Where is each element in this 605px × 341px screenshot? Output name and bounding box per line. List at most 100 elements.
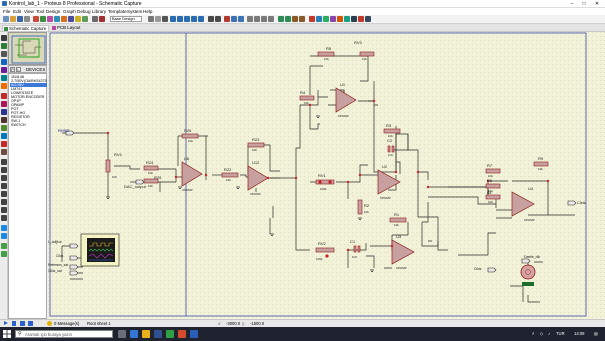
- help-icon[interactable]: [82, 16, 88, 22]
- design-variant-select[interactable]: Base Design: [110, 16, 142, 22]
- block-rotate-icon[interactable]: [261, 16, 267, 22]
- pan-icon[interactable]: [170, 16, 176, 22]
- overview-window[interactable]: [8, 32, 47, 65]
- remove-sheet-icon[interactable]: [337, 16, 343, 22]
- tape-recorder-icon[interactable]: [1, 117, 7, 123]
- menu-design[interactable]: Design: [46, 9, 60, 14]
- tab-schematic-capture[interactable]: Schematic Capture: [2, 25, 49, 31]
- 3d-tool-icon[interactable]: [54, 16, 60, 22]
- bom-report-icon[interactable]: [351, 16, 357, 22]
- language-indicator[interactable]: TUR: [556, 331, 565, 337]
- terminal-out[interactable]: [567, 200, 577, 206]
- stop-icon[interactable]: [28, 321, 33, 326]
- terminal-scope-d[interactable]: [69, 270, 79, 276]
- tab-pcb-layout[interactable]: PCB Layout: [51, 25, 85, 31]
- notifications-icon[interactable]: ▤: [594, 331, 598, 337]
- box-icon[interactable]: [1, 167, 7, 173]
- grid-icon[interactable]: [92, 16, 98, 22]
- oscilloscope[interactable]: [80, 233, 120, 267]
- origin-icon[interactable]: [99, 16, 105, 22]
- current-probe-icon[interactable]: [1, 141, 7, 147]
- mirror-x-icon[interactable]: [1, 243, 7, 249]
- menu-tool[interactable]: Tool: [36, 9, 44, 14]
- library-manager-button[interactable]: L: [16, 67, 21, 72]
- terminal-scope-a[interactable]: [69, 243, 79, 249]
- new-sheet-icon[interactable]: [330, 16, 336, 22]
- edge-icon[interactable]: [130, 330, 138, 338]
- menu-graph[interactable]: Graph: [63, 9, 76, 14]
- selection-mode-icon[interactable]: [1, 35, 7, 41]
- maximize-icon[interactable]: □: [578, 0, 590, 8]
- menu-help[interactable]: Help: [143, 9, 152, 14]
- home-icon[interactable]: [33, 16, 39, 22]
- step-icon[interactable]: [12, 321, 16, 326]
- bus-icon[interactable]: [1, 75, 7, 81]
- file-explorer-icon[interactable]: [142, 330, 150, 338]
- menu-edit[interactable]: Edit: [13, 9, 21, 14]
- block-delete-icon[interactable]: [268, 16, 274, 22]
- symbol-icon[interactable]: [1, 207, 7, 213]
- device-list[interactable]: 1N4148 2.7/50V(OA/BH34375) AO-INV LM741 …: [8, 73, 47, 319]
- generator-icon[interactable]: [1, 125, 7, 131]
- netlist-icon[interactable]: [365, 16, 371, 22]
- terminal-icon[interactable]: [1, 93, 7, 99]
- schematic-tool-icon[interactable]: [40, 16, 46, 22]
- property-tool-icon[interactable]: [323, 16, 329, 22]
- exit-to-parent-icon[interactable]: [344, 16, 350, 22]
- zoom-all-icon[interactable]: [191, 16, 197, 22]
- new-icon[interactable]: [3, 16, 9, 22]
- arc-icon[interactable]: [1, 183, 7, 189]
- bom-icon[interactable]: [68, 16, 74, 22]
- device-pin-icon[interactable]: [1, 101, 7, 107]
- menu-system[interactable]: System: [127, 9, 142, 14]
- erc-report-icon[interactable]: [358, 16, 364, 22]
- network-icon[interactable]: ◇: [540, 331, 543, 337]
- gerber-icon[interactable]: [61, 16, 67, 22]
- decompose-icon[interactable]: [299, 16, 305, 22]
- clock-time[interactable]: 14:09: [574, 331, 584, 337]
- block-copy-icon[interactable]: [247, 16, 253, 22]
- crosshair-icon[interactable]: [162, 16, 168, 22]
- zoom-in-icon[interactable]: [177, 16, 183, 22]
- menu-file[interactable]: File: [3, 9, 10, 14]
- wire-autorouter-icon[interactable]: [309, 16, 315, 22]
- undo-icon[interactable]: [208, 16, 214, 22]
- close-icon[interactable]: ✕: [591, 0, 603, 8]
- close-project-icon[interactable]: [24, 16, 30, 22]
- pause-icon[interactable]: [20, 321, 25, 326]
- component-mode-icon[interactable]: [1, 43, 7, 49]
- circle-icon[interactable]: [1, 175, 7, 181]
- pcb-tool-icon[interactable]: [47, 16, 53, 22]
- minimize-icon[interactable]: –: [566, 0, 578, 8]
- make-device-icon[interactable]: [285, 16, 291, 22]
- graph-icon[interactable]: [1, 109, 7, 115]
- cut-icon[interactable]: [224, 16, 230, 22]
- marker-icon[interactable]: [1, 215, 7, 221]
- rotate-cw-icon[interactable]: [1, 225, 7, 231]
- play-icon[interactable]: [4, 321, 8, 325]
- menu-debug[interactable]: Debug: [77, 9, 91, 14]
- device-item[interactable]: SWITCH: [10, 123, 47, 127]
- tray-chevron-icon[interactable]: ˄: [532, 331, 534, 337]
- block-move-icon[interactable]: [254, 16, 260, 22]
- pick-devices-button[interactable]: P: [10, 67, 15, 72]
- text-script-icon[interactable]: [1, 67, 7, 73]
- dc-motor[interactable]: [520, 264, 536, 286]
- paste-icon[interactable]: [238, 16, 244, 22]
- terminal-scope-b[interactable]: [69, 255, 79, 261]
- save-icon[interactable]: [17, 16, 23, 22]
- excel-icon[interactable]: [166, 330, 174, 338]
- line-icon[interactable]: [1, 159, 7, 165]
- terminal-motor-in[interactable]: [487, 267, 497, 273]
- powerpoint-icon[interactable]: [178, 330, 186, 338]
- wire-label-icon[interactable]: [1, 59, 7, 65]
- menu-view[interactable]: View: [24, 9, 34, 14]
- package-tool-icon[interactable]: [292, 16, 298, 22]
- taskbar-search-input[interactable]: ⚲ Aramak için buraya yazın: [15, 330, 113, 338]
- virtual-instrument-icon[interactable]: [1, 149, 7, 155]
- menu-library[interactable]: Library: [92, 9, 106, 14]
- task-view-icon[interactable]: [118, 330, 126, 338]
- copy-icon[interactable]: [231, 16, 237, 22]
- subcircuit-icon[interactable]: [1, 83, 7, 89]
- zoom-area-icon[interactable]: [198, 16, 204, 22]
